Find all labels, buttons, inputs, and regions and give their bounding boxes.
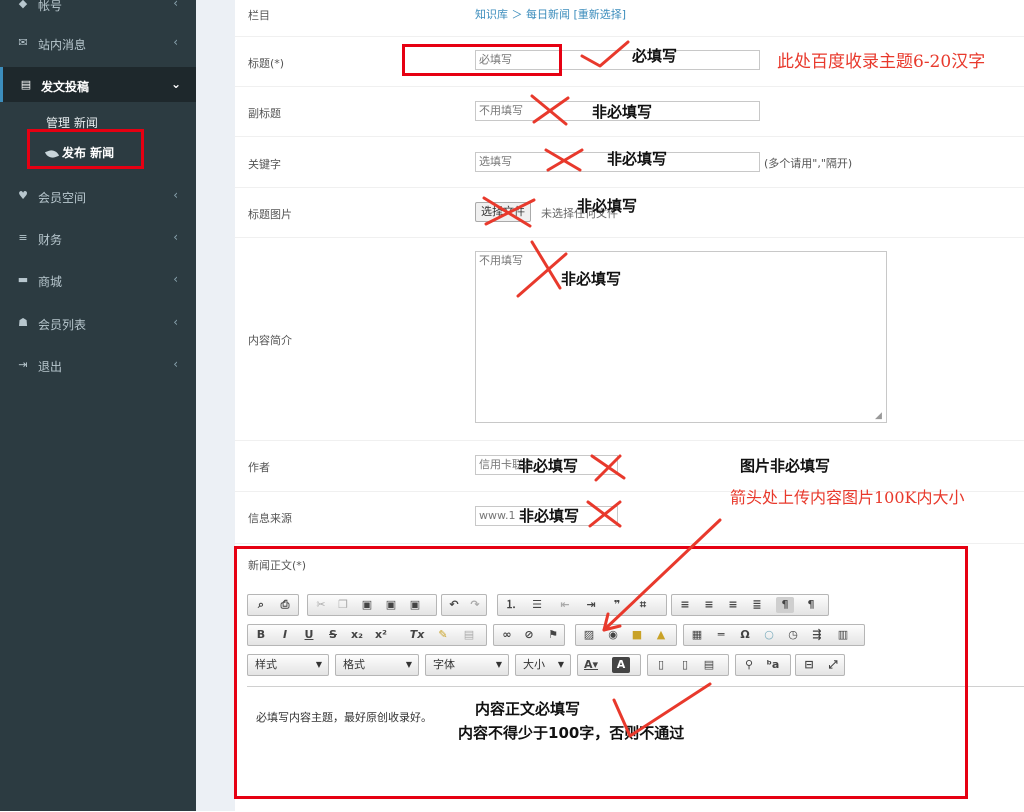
category-path[interactable]: 知识库 ＞ 每日新闻 — [475, 8, 570, 21]
annotation-upload-note: 箭头处上传内容图片100K内大小 — [730, 488, 965, 507]
reselect-link[interactable]: [重新选择] — [574, 8, 627, 21]
form-row-summary: 内容简介 不用填写 ◢ — [235, 237, 1024, 441]
field-label: 关键字 — [248, 158, 281, 171]
annotation-box-publish — [27, 129, 144, 169]
sidebar-item-submit-article[interactable]: ▤ 发文投稿 ⌄ — [0, 67, 199, 103]
field-label: 标题图片 — [248, 208, 292, 221]
sidebar-item-label: 财务 — [38, 233, 63, 247]
sidebar-item-mall[interactable]: ▬ 商城 ‹ — [0, 262, 196, 298]
sidebar-item-label: 会员空间 — [38, 191, 87, 205]
field-label: 标题(*) — [248, 57, 285, 70]
chevron-left-icon: ‹ — [173, 272, 178, 286]
sidebar-item-member-list[interactable]: ☗ 会员列表 ‹ — [0, 305, 196, 341]
resize-handle-icon[interactable]: ◢ — [875, 411, 882, 421]
chevron-left-icon: ‹ — [173, 35, 178, 49]
sidebar-item-member-space[interactable]: ♥ 会员空间 ‹ — [0, 178, 196, 214]
sidebar-item-label: 会员列表 — [38, 318, 87, 332]
sidebar-item-label: 商城 — [38, 275, 63, 289]
sidebar-item-finance[interactable]: ≡ 财务 ‹ — [0, 220, 196, 256]
field-label: 副标题 — [248, 107, 281, 120]
annotation-box-title — [402, 44, 562, 76]
sidebar-item-messages[interactable]: ✉ 站内消息 ‹ — [0, 25, 196, 61]
chevron-left-icon: ‹ — [173, 230, 178, 244]
tag-icon: ◆ — [18, 0, 28, 10]
keywords-hint: (多个请用","隔开) — [764, 157, 853, 170]
chevron-left-icon: ‹ — [173, 188, 178, 202]
annotation-image-optional: 图片非必填写 — [740, 457, 831, 475]
category-path-link[interactable]: 知识库 ＞ 每日新闻 [重新选择] — [475, 6, 626, 22]
annotation-box-body — [234, 546, 968, 799]
summary-textarea[interactable]: 不用填写 — [475, 251, 887, 423]
document-icon: ▤ — [20, 78, 32, 91]
field-label: 作者 — [248, 461, 270, 474]
sidebar-item-label: 发文投稿 — [41, 80, 90, 94]
annotation-body-required: 内容正文必填写 — [475, 700, 581, 718]
annotation-body-min: 内容不得少于100字，否则不通过 — [458, 724, 685, 742]
sidebar-item-logout[interactable]: ⇥ 退出 ‹ — [0, 347, 196, 383]
annotation-optional-image: 非必填写 — [577, 197, 638, 215]
heart-icon: ♥ — [18, 189, 28, 202]
annotation-optional-summary: 非必填写 — [561, 270, 622, 288]
car-icon: ▬ — [17, 273, 29, 286]
field-label: 栏目 — [248, 9, 270, 22]
choose-file-button[interactable]: 选择文件 — [475, 202, 531, 222]
annotation-required-title: 必填写 — [632, 47, 678, 65]
sidebar-item-label: 退出 — [38, 360, 63, 374]
sidebar: ◆ 帐号 ‹ ✉ 站内消息 ‹ ▤ 发文投稿 ⌄ 管理 新闻 发布 新闻 ♥ 会… — [0, 0, 199, 811]
envelope-icon: ✉ — [18, 36, 28, 49]
users-icon: ☗ — [18, 316, 28, 329]
chevron-left-icon: ‹ — [173, 315, 178, 329]
sidebar-item-account[interactable]: ◆ 帐号 ‹ — [0, 0, 196, 22]
annotation-optional-source: 非必填写 — [519, 507, 580, 525]
sign-out-icon: ⇥ — [18, 358, 28, 371]
annotation-optional-keywords: 非必填写 — [607, 150, 668, 168]
form-row-column: 栏目 知识库 ＞ 每日新闻 [重新选择] — [235, 0, 1024, 37]
annotation-optional-subtitle: 非必填写 — [592, 103, 653, 121]
annotation-baidu-note: 此处百度收录主题6-20汉字 — [777, 52, 986, 72]
sidebar-item-label: 站内消息 — [38, 38, 87, 52]
sidebar-item-label: 帐号 — [38, 0, 63, 13]
field-label: 内容简介 — [248, 334, 292, 347]
annotation-optional-author: 非必填写 — [518, 457, 579, 475]
chevron-left-icon: ‹ — [173, 357, 178, 371]
chevron-left-icon: ‹ — [173, 0, 178, 10]
database-icon: ≡ — [18, 231, 28, 244]
chevron-down-icon: ⌄ — [170, 77, 181, 91]
field-label: 信息来源 — [248, 512, 292, 525]
